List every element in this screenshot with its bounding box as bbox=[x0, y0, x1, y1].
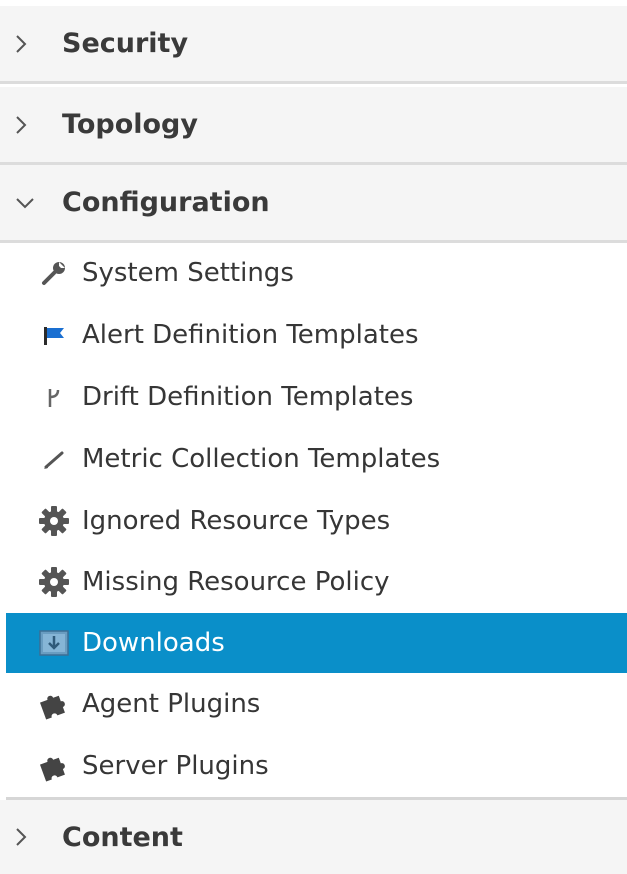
nav-item-label: Server Plugins bbox=[82, 751, 269, 781]
pencil-icon bbox=[34, 439, 74, 479]
nav-item-system-settings[interactable]: System Settings bbox=[6, 243, 627, 303]
nav-item-label: Drift Definition Templates bbox=[82, 382, 414, 412]
nav-item-label: Downloads bbox=[82, 628, 225, 658]
branch-icon bbox=[34, 377, 74, 417]
gear-icon bbox=[34, 501, 74, 541]
section-label: Configuration bbox=[62, 187, 270, 218]
section-content[interactable]: Content bbox=[0, 800, 627, 874]
chevron-right-icon bbox=[14, 33, 52, 55]
nav-item-label: Ignored Resource Types bbox=[82, 506, 391, 536]
nav-item-missing-resource-policy[interactable]: Missing Resource Policy bbox=[6, 552, 627, 612]
nav-item-label: Agent Plugins bbox=[82, 689, 261, 719]
puzzle-icon bbox=[34, 684, 74, 724]
download-icon bbox=[34, 623, 74, 663]
nav-item-alert-definition-templates[interactable]: Alert Definition Templates bbox=[6, 305, 627, 365]
nav-item-metric-collection-templates[interactable]: Metric Collection Templates bbox=[6, 429, 627, 489]
chevron-right-icon bbox=[14, 826, 52, 848]
gear-icon bbox=[34, 562, 74, 602]
nav-item-drift-definition-templates[interactable]: Drift Definition Templates bbox=[6, 367, 627, 427]
nav-item-agent-plugins[interactable]: Agent Plugins bbox=[6, 674, 627, 734]
section-label: Topology bbox=[62, 109, 198, 140]
nav-item-ignored-resource-types[interactable]: Ignored Resource Types bbox=[6, 491, 627, 551]
flag-icon bbox=[34, 315, 74, 355]
section-label: Security bbox=[62, 28, 189, 59]
navigation-panel: Security Topology Configuration System S… bbox=[0, 0, 627, 874]
section-label: Content bbox=[62, 821, 183, 853]
nav-item-label: Missing Resource Policy bbox=[82, 567, 390, 597]
nav-item-label: Alert Definition Templates bbox=[82, 320, 419, 350]
puzzle-icon bbox=[34, 746, 74, 786]
chevron-right-icon bbox=[14, 114, 52, 136]
section-configuration[interactable]: Configuration bbox=[0, 165, 627, 243]
nav-item-downloads[interactable]: Downloads bbox=[6, 613, 627, 673]
nav-item-label: System Settings bbox=[82, 258, 294, 288]
wrench-icon bbox=[34, 253, 74, 293]
nav-item-label: Metric Collection Templates bbox=[82, 444, 441, 474]
section-security[interactable]: Security bbox=[0, 6, 627, 84]
nav-item-server-plugins[interactable]: Server Plugins bbox=[6, 736, 627, 796]
chevron-down-icon bbox=[14, 196, 52, 210]
section-topology[interactable]: Topology bbox=[0, 87, 627, 165]
